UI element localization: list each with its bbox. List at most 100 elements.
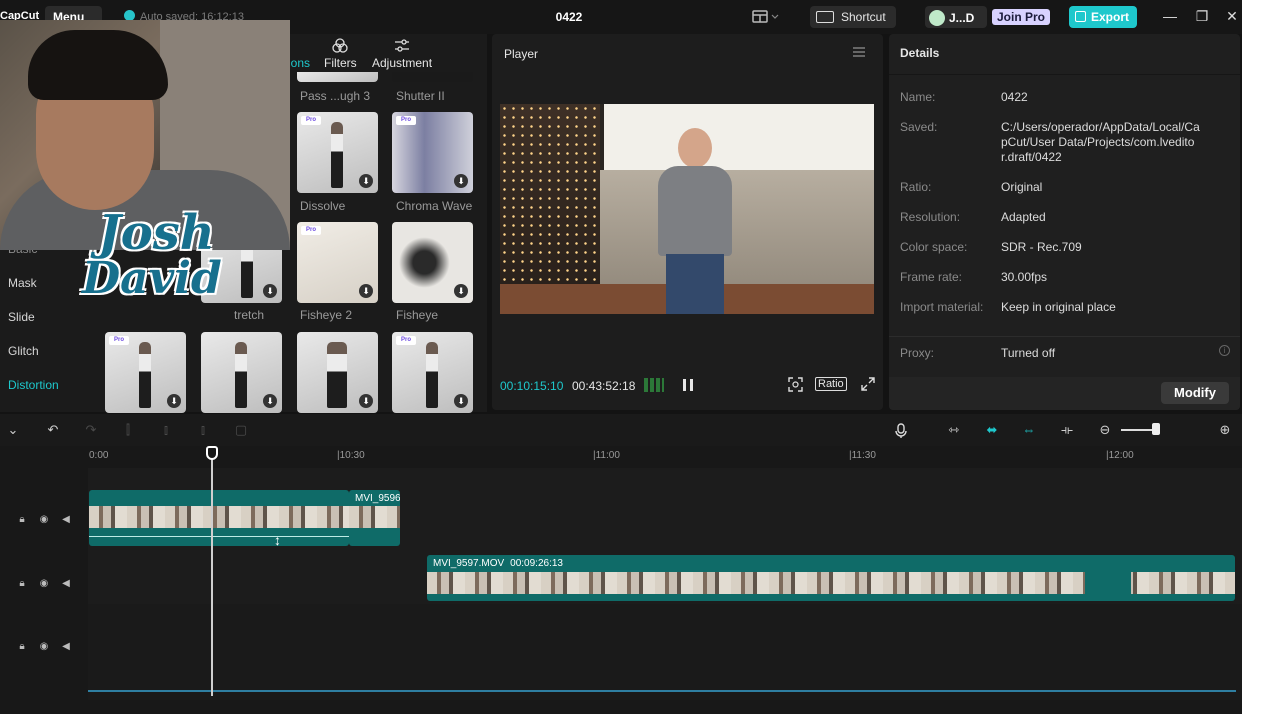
download-icon[interactable]: ⬇: [454, 174, 468, 188]
playhead-handle[interactable]: [206, 446, 218, 460]
nav-item-slide[interactable]: Slide: [8, 310, 35, 324]
expand-icon[interactable]: [861, 377, 875, 391]
download-icon[interactable]: ⬇: [263, 284, 277, 298]
overlay-logo: Josh David: [78, 205, 228, 325]
export-icon: [1075, 11, 1086, 22]
download-icon[interactable]: ⬇: [454, 284, 468, 298]
timeline-clip[interactable]: MVI_9597.MOV 00:09:26:13: [427, 555, 1235, 601]
detail-label: Color space:: [900, 240, 968, 254]
preview-axis-icon[interactable]: ⟛: [1058, 423, 1076, 437]
link-clips-icon[interactable]: ⇿: [945, 423, 963, 437]
detail-value: SDR - Rec.709: [1001, 240, 1082, 254]
fullscreen-frame-icon[interactable]: [788, 377, 803, 392]
split-icon[interactable]: ⫿: [120, 423, 136, 437]
eye-icon[interactable]: ◉: [38, 578, 50, 590]
effect-tile-chroma-wave[interactable]: Pro ⬇: [392, 112, 473, 193]
modify-button[interactable]: Modify: [1161, 382, 1229, 404]
nav-item-mask[interactable]: Mask: [8, 276, 37, 290]
detail-value: Keep in original place: [1001, 300, 1116, 314]
effect-tile-fisheye-2[interactable]: Pro ⬇: [297, 222, 378, 303]
effect-label: Fisheye 2: [300, 308, 353, 322]
timeline: ⌄ ↶ ↷ ⫿ ⫾ ⫾ ▢ ⇿ ⬌ ⇔ ⟛ ⊖ ⊕ 0:00 |10:30 |1…: [0, 414, 1242, 714]
effect-tile[interactable]: [392, 72, 473, 82]
restore-icon[interactable]: ❐: [1194, 8, 1210, 24]
lock-icon[interactable]: 🔒︎: [16, 514, 28, 526]
track-header: 🔒︎ ◉ ◀︎: [0, 578, 88, 590]
lock-icon[interactable]: 🔒︎: [16, 578, 28, 590]
split-right-icon[interactable]: ⫾: [195, 423, 211, 437]
speaker-icon[interactable]: ◀︎: [60, 641, 72, 653]
video-preview[interactable]: [500, 104, 874, 314]
select-tool-icon[interactable]: ⌄: [0, 423, 26, 437]
audio-meter: [644, 378, 664, 392]
delete-icon[interactable]: ▢: [233, 423, 249, 437]
pro-badge: Pro: [109, 336, 129, 345]
player-title: Player: [504, 47, 539, 61]
total-time: 00:43:52:18: [572, 379, 636, 393]
clip-name: MVI_9596: [355, 493, 400, 504]
current-time: 00:10:15:10: [500, 379, 564, 393]
effect-label: Fisheye: [396, 308, 439, 322]
layout-icon[interactable]: [752, 10, 780, 24]
info-icon[interactable]: i: [1219, 345, 1230, 356]
effect-tile[interactable]: Pro ⬇: [105, 332, 186, 413]
overlay-logo-line2: David: [82, 253, 222, 304]
nav-item-glitch[interactable]: Glitch: [8, 344, 39, 358]
tab-filters[interactable]: Filters: [324, 38, 357, 70]
download-icon[interactable]: ⬇: [359, 174, 373, 188]
pause-icon[interactable]: [683, 379, 693, 391]
effect-tile-dissolve[interactable]: Pro ⬇: [297, 112, 378, 193]
video-lights: [500, 104, 600, 284]
timeline-clip[interactable]: [89, 490, 349, 546]
tab-adjustment[interactable]: Adjustment: [372, 38, 432, 70]
nav-item-distortion[interactable]: Distortion: [8, 378, 59, 392]
playhead[interactable]: [211, 448, 213, 696]
shortcut-button[interactable]: Shortcut: [810, 6, 896, 28]
close-icon[interactable]: ✕: [1224, 8, 1240, 24]
download-icon[interactable]: ⬇: [359, 284, 373, 298]
lock-icon[interactable]: 🔒︎: [16, 641, 28, 653]
keyboard-icon: [816, 11, 834, 23]
microphone-icon[interactable]: [893, 423, 909, 438]
detail-label: Proxy:: [900, 346, 935, 360]
download-icon[interactable]: ⬇: [454, 394, 468, 408]
menu-icon[interactable]: [853, 47, 865, 57]
details-panel: Details Name: 0422 Saved: C:/Users/opera…: [889, 34, 1240, 410]
effect-tile[interactable]: Pro ⬇: [392, 332, 473, 413]
divider: [889, 336, 1240, 337]
volume-line[interactable]: [89, 536, 349, 537]
ruler-label: |10:30: [337, 450, 365, 461]
join-pro-button[interactable]: Join Pro: [992, 9, 1050, 25]
download-icon[interactable]: ⬇: [167, 394, 181, 408]
time-ruler[interactable]: 0:00 |10:30 |11:00 |11:30 |12:00: [88, 448, 1242, 468]
effect-tile[interactable]: [297, 72, 378, 82]
eye-icon[interactable]: ◉: [38, 514, 50, 526]
zoom-in-icon[interactable]: ⊕: [1217, 423, 1233, 437]
export-button[interactable]: Export: [1069, 6, 1137, 28]
eye-icon[interactable]: ◉: [38, 641, 50, 653]
magnet-icon[interactable]: ⬌: [983, 423, 1001, 437]
user-button[interactable]: J...D: [925, 6, 987, 28]
zoom-out-icon[interactable]: ⊖: [1097, 423, 1113, 437]
clip-thumbnails: [349, 506, 400, 528]
effect-tile-fisheye[interactable]: ⬇: [392, 222, 473, 303]
speaker-icon[interactable]: ◀︎: [60, 514, 72, 526]
tab-transitions[interactable]: ions: [288, 56, 310, 70]
undo-icon[interactable]: ↶: [45, 423, 61, 437]
player-panel: Player 00:10:15:10 00:43:52:18 Ratio: [492, 34, 883, 410]
timeline-clip[interactable]: MVI_9596: [349, 490, 400, 546]
download-icon[interactable]: ⬇: [263, 394, 277, 408]
detail-value: C:/Users/operador/AppData/Local/CapCut/U…: [1001, 120, 1200, 164]
download-icon[interactable]: ⬇: [359, 394, 373, 408]
effect-tile[interactable]: ⬇: [201, 332, 282, 413]
ratio-button[interactable]: Ratio: [815, 377, 847, 391]
split-left-icon[interactable]: ⫾: [158, 423, 174, 437]
zoom-slider-handle[interactable]: [1152, 423, 1160, 435]
speaker-icon[interactable]: ◀︎: [60, 578, 72, 590]
effect-tile[interactable]: ⬇: [297, 332, 378, 413]
redo-icon[interactable]: ↷: [83, 423, 99, 437]
main-track-line: [88, 690, 1236, 692]
detail-label: Ratio:: [900, 180, 932, 194]
minimize-icon[interactable]: —: [1162, 8, 1178, 24]
auto-snap-icon[interactable]: ⇔: [1020, 423, 1038, 437]
